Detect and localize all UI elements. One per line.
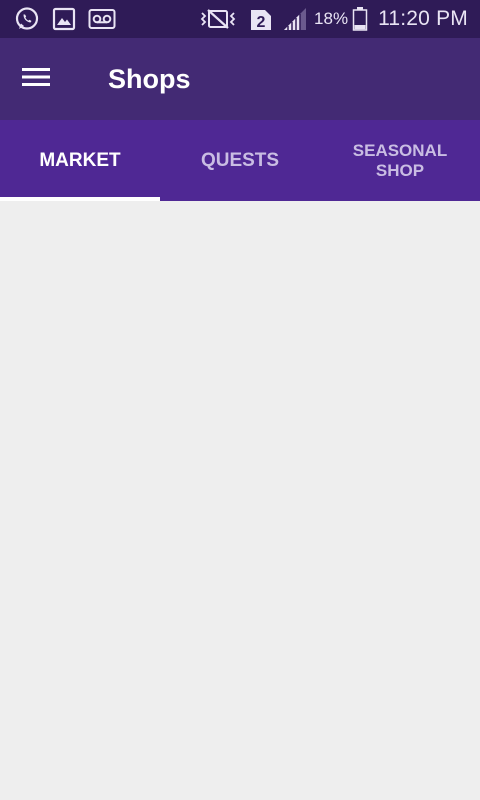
vibrate-mute-icon [200,7,236,31]
notification-icons [0,6,116,32]
tab-market[interactable]: MARKET [0,120,160,201]
app-bar: Shops [0,38,480,120]
gallery-icon [52,7,76,31]
signal-icon [282,6,308,32]
battery-percent: 18% [314,9,349,28]
tab-label: MARKET [39,149,121,171]
page-title: Shops [108,63,191,94]
tab-label: SEASONAL SHOP [352,140,448,180]
tab-bar: MARKET QUESTS SEASONAL SHOP [0,120,480,201]
status-bar: 2 18% 11:20 PM [0,0,480,38]
battery-icon [352,6,368,32]
whatsapp-icon [14,6,40,32]
sim2-icon: 2 [250,7,272,31]
tab-quests[interactable]: QUESTS [160,120,320,201]
tab-label: QUESTS [200,149,280,171]
voicemail-icon [88,8,116,30]
tab-seasonal-shop[interactable]: SEASONAL SHOP [320,120,480,201]
hamburger-menu-icon [21,66,51,93]
sim-number: 2 [257,14,266,31]
shop-content-area [0,201,480,800]
menu-button[interactable] [0,38,72,120]
system-status: 2 18% 11:20 PM [200,6,480,32]
clock: 11:20 PM [378,7,468,30]
